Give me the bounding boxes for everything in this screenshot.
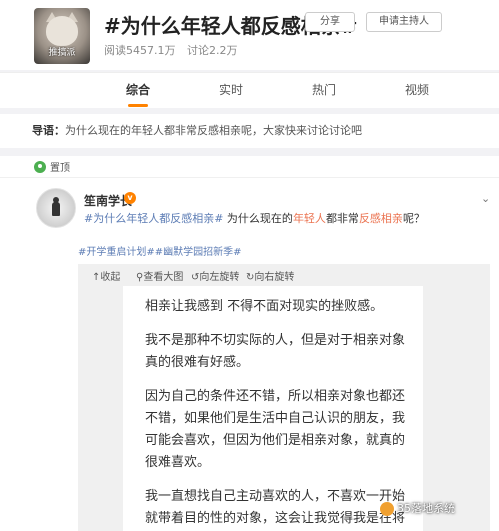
post-text: #为什么年轻人都反感相亲# 为什么现在的年轻人都非常反感相亲呢？ (84, 210, 425, 226)
image-paragraph: 我一直想找自己主动喜欢的人，不喜欢一开始就带着目的性的对象，这会让我觉得我是在将… (145, 489, 406, 526)
image-paragraph: 我不是那种不切实际的人，但是对于相亲对象真的很难有好感。 (145, 333, 406, 370)
guide-text: 为什么现在的年轻人都非常反感相亲呢，大家快来讨论讨论吧 (65, 124, 362, 137)
avatar[interactable] (36, 188, 76, 228)
tab-video[interactable]: 视频 (387, 73, 447, 109)
topic-stats: 阅读5457.1万 讨论2.2万 (104, 42, 238, 58)
cat-face (46, 16, 78, 46)
read-count: 阅读5457.1万 (104, 44, 176, 57)
cover-caption: 推搞派 (48, 48, 76, 58)
image-viewer: ↑收起 ⚲查看大图 ↺向左旋转 ↻向右旋转 相亲让我感到 不得不面对现实的挫败感… (78, 264, 490, 531)
rotate-right-label: 向右旋转 (254, 272, 295, 283)
topic-guide: 导语：为什么现在的年轻人都非常反感相亲呢，大家快来讨论讨论吧 (0, 114, 499, 148)
pin-icon (34, 161, 46, 173)
guide-label: 导语： (32, 124, 65, 137)
topic-header: 推搞派 #为什么年轻人都反感相亲# 阅读5457.1万 讨论2.2万 分享 申请… (0, 0, 499, 70)
watermark-text: 35落地系统 (397, 502, 455, 515)
post-text-part: 为什么现在的 (223, 212, 293, 225)
tab-comprehensive[interactable]: 综合 (108, 73, 168, 109)
tab-realtime[interactable]: 实时 (201, 73, 261, 109)
post-highlight-dating: 反感相亲 (358, 212, 403, 225)
post-text-part: 都非常 (325, 212, 359, 225)
pinned-bar: 置顶 (0, 156, 499, 178)
topic-link[interactable]: #为什么年轻人都反感相亲# (84, 212, 223, 225)
apply-host-button[interactable]: 申请主持人 (366, 12, 442, 32)
collapse-button[interactable]: ↑收起 (92, 268, 120, 283)
topic-cover-image[interactable]: 推搞派 (34, 8, 90, 64)
image-paragraph: 相亲让我感到 不得不面对现实的挫败感。 (145, 299, 384, 314)
verified-icon: v (124, 192, 136, 204)
post-tags[interactable]: #开学重启计划##幽默学园招新季# (78, 243, 242, 258)
image-paragraph: 因为自己的条件还不错，所以相亲对象也都还不错，如果他们是生活中自己认识的朋友，我… (145, 389, 406, 470)
watermark-logo-icon (380, 502, 394, 516)
chevron-down-icon[interactable]: ⌄ (481, 192, 490, 205)
viewer-toolbar: ↑收起 ⚲查看大图 ↺向左旋转 ↻向右旋转 (78, 264, 490, 286)
rotate-left-button[interactable]: ↺向左旋转 (191, 268, 239, 283)
view-large-button[interactable]: ⚲查看大图 (136, 268, 183, 283)
tab-hot[interactable]: 热门 (294, 73, 354, 109)
feed-tabs: 综合 实时 热门 视频 (0, 72, 499, 108)
post-card: 笙南学长 v ⌄ #为什么年轻人都反感相亲# 为什么现在的年轻人都非常反感相亲呢… (0, 178, 499, 531)
view-large-label: 查看大图 (143, 272, 184, 283)
avatar-figure-body (52, 202, 60, 216)
discussion-count: 讨论2.2万 (187, 44, 238, 57)
post-highlight-youth: 年轻人 (292, 212, 326, 225)
rotate-left-label: 向左旋转 (199, 272, 240, 283)
pinned-label: 置顶 (50, 163, 70, 174)
post-image[interactable]: 相亲让我感到 不得不面对现实的挫败感。 我不是那种不切实际的人，但是对于相亲对象… (123, 286, 423, 531)
post-text-end: 呢？ (402, 212, 425, 225)
share-button[interactable]: 分享 (305, 12, 355, 32)
watermark: 35落地系统 (380, 500, 455, 516)
rotate-right-button[interactable]: ↻向右旋转 (246, 268, 294, 283)
